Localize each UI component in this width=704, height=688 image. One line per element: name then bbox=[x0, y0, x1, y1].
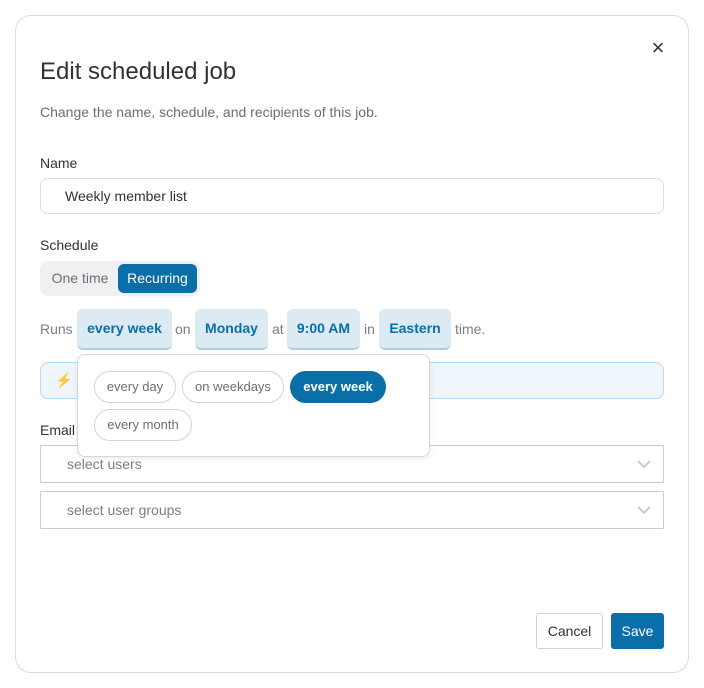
email-label: Email bbox=[40, 422, 76, 438]
save-button[interactable]: Save bbox=[611, 613, 664, 649]
frequency-option-every-week[interactable]: every week bbox=[290, 371, 386, 403]
select-users-placeholder: select users bbox=[67, 456, 142, 472]
cancel-button[interactable]: Cancel bbox=[536, 613, 603, 649]
modal-title: Edit scheduled job bbox=[40, 58, 237, 85]
timezone-pill[interactable]: Eastern bbox=[379, 309, 451, 350]
recurring-option[interactable]: Recurring bbox=[118, 264, 197, 293]
edit-job-modal: × Edit scheduled job Change the name, sc… bbox=[15, 15, 689, 673]
chevron-down-icon bbox=[637, 460, 651, 469]
lightning-icon: ⚡ bbox=[55, 372, 73, 388]
at-text: at bbox=[272, 321, 284, 337]
frequency-option-on-weekdays[interactable]: on weekdays bbox=[182, 371, 284, 403]
chevron-down-icon bbox=[637, 506, 651, 515]
frequency-pill[interactable]: every week bbox=[77, 309, 172, 350]
time-suffix-text: time. bbox=[455, 321, 486, 337]
schedule-label: Schedule bbox=[40, 237, 99, 253]
select-user-groups-placeholder: select user groups bbox=[67, 502, 182, 518]
one-time-option[interactable]: One time bbox=[43, 264, 117, 293]
select-user-groups-dropdown[interactable]: select user groups bbox=[40, 491, 664, 529]
on-text: on bbox=[175, 321, 191, 337]
time-pill[interactable]: 9:00 AM bbox=[287, 309, 360, 350]
day-pill[interactable]: Monday bbox=[195, 309, 268, 350]
name-input[interactable]: Weekly member list bbox=[40, 178, 664, 214]
modal-subtitle: Change the name, schedule, and recipient… bbox=[40, 104, 378, 120]
close-icon[interactable]: × bbox=[648, 36, 668, 60]
frequency-option-every-month[interactable]: every month bbox=[94, 409, 192, 441]
runs-text: Runs bbox=[40, 321, 73, 337]
frequency-dropdown: every day on weekdays every week every m… bbox=[77, 354, 430, 457]
schedule-type-toggle: One time Recurring bbox=[40, 261, 200, 296]
in-text: in bbox=[364, 321, 375, 337]
frequency-option-every-day[interactable]: every day bbox=[94, 371, 176, 403]
name-label: Name bbox=[40, 155, 78, 171]
